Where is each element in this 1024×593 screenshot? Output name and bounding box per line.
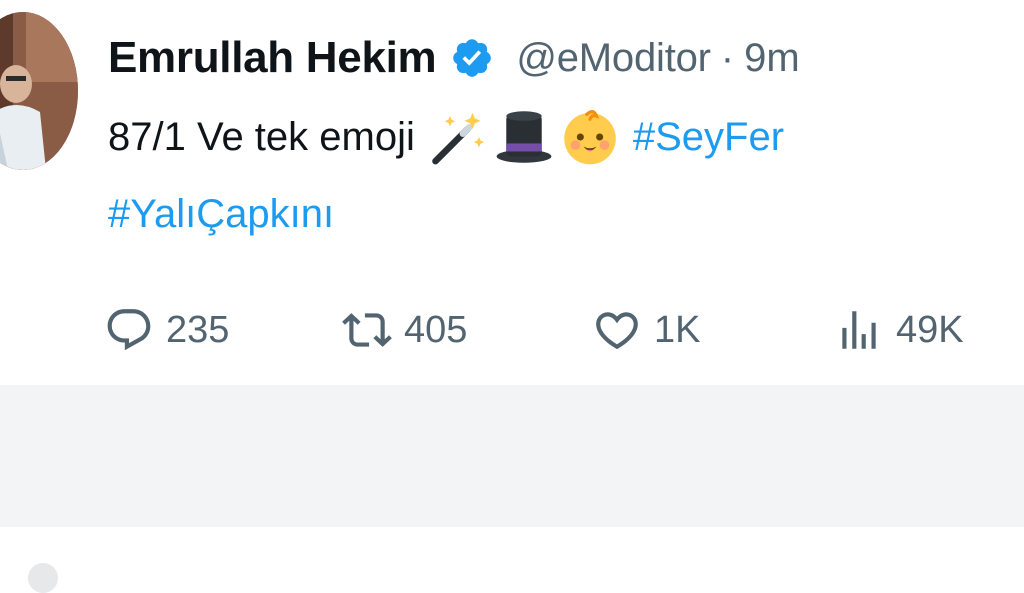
tweet-actions-bar: 235 405 1K 49K: [104, 300, 1024, 360]
feed-divider: [0, 385, 1024, 527]
tweet-header: Emrullah Hekim @eModitor · 9m: [108, 30, 800, 86]
tweet-text: 87/1 Ve tek emoji: [108, 115, 415, 159]
repost-button[interactable]: 405: [342, 300, 467, 360]
magic-wand-emoji-icon: [429, 108, 487, 166]
top-hat-emoji-icon: [495, 108, 553, 166]
tweet-text-line-2: #YalıÇapkını: [108, 186, 334, 242]
author-display-name[interactable]: Emrullah Hekim: [108, 33, 437, 83]
verified-badge-icon: [450, 36, 494, 80]
hashtag-link[interactable]: #YalıÇapkını: [108, 186, 334, 242]
next-tweet-card[interactable]: [0, 527, 1024, 593]
like-count: 1K: [654, 308, 701, 351]
author-handle[interactable]: @eModitor: [516, 36, 711, 81]
reply-button[interactable]: 235: [104, 300, 229, 360]
hashtag-link[interactable]: #SeyFer: [633, 109, 784, 165]
author-avatar[interactable]: [0, 12, 78, 170]
reply-icon: [104, 305, 154, 355]
views-count: 49K: [896, 308, 964, 351]
repost-count: 405: [404, 308, 468, 351]
header-separator: ·: [720, 35, 735, 80]
heart-icon: [592, 305, 642, 355]
repost-icon: [342, 305, 392, 355]
tweet-card[interactable]: Emrullah Hekim @eModitor · 9m 87/1 Ve te…: [0, 0, 1024, 385]
views-bar-chart-icon: [834, 305, 884, 355]
baby-face-emoji-icon: [561, 108, 619, 166]
tweet-text-line-1: 87/1 Ve tek emoji #SeyFer: [108, 108, 784, 166]
tweet-timestamp[interactable]: 9m: [744, 36, 800, 81]
reply-count: 235: [166, 308, 230, 351]
views-button[interactable]: 49K: [834, 300, 964, 360]
like-button[interactable]: 1K: [592, 300, 700, 360]
next-tweet-avatar[interactable]: [28, 563, 58, 593]
